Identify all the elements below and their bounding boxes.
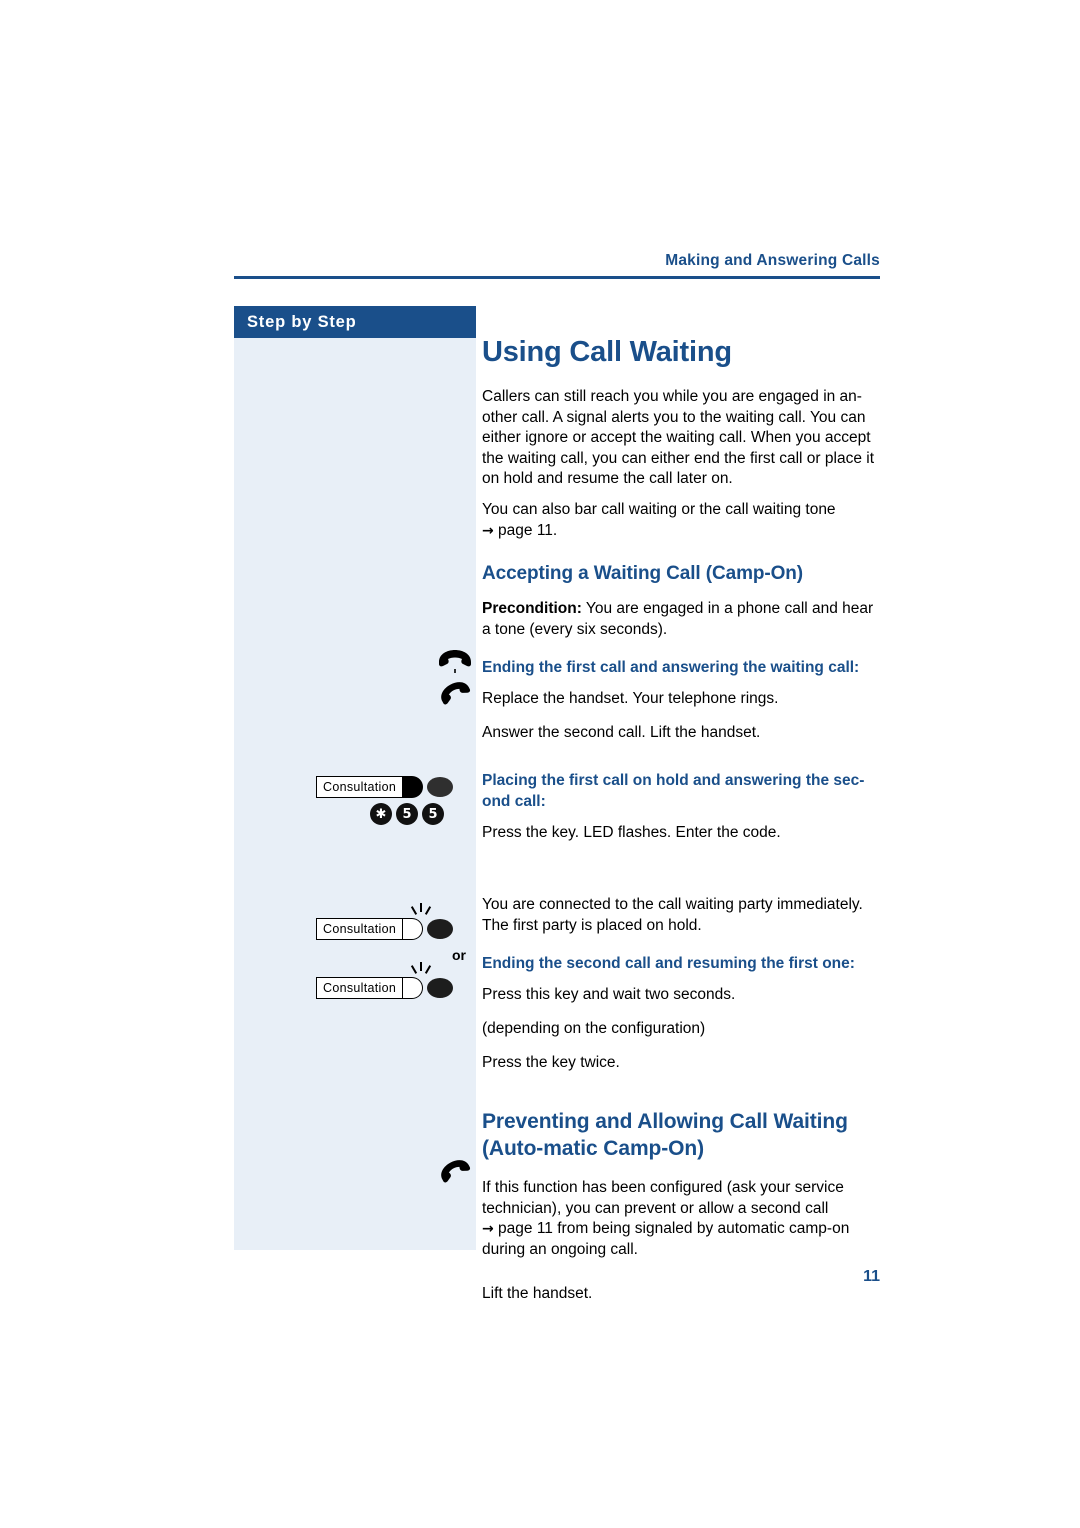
step-configuration-note-text: (depending on the configuration) bbox=[482, 1020, 706, 1038]
consultation-key-1-label: Consultation bbox=[316, 776, 404, 798]
step-answer-second-call-text: Answer the second call. Lift the handset… bbox=[482, 724, 761, 742]
heading-preventing-allowing: Preventing and Allowing Call Waiting (Au… bbox=[482, 1110, 848, 1160]
precondition-paragraph: Precondition: You are engaged in a phone… bbox=[482, 599, 882, 640]
heading-ending-second-call: Ending the second call and resuming the … bbox=[482, 955, 855, 973]
intro-page-ref-text: page 11. bbox=[498, 521, 558, 539]
step-press-consultation-key-text: Press the key. LED flashes. Enter the co… bbox=[482, 824, 781, 842]
step-by-step-label: Step by Step bbox=[247, 313, 357, 331]
handset-onhook-glyph bbox=[439, 650, 471, 673]
arrow-icon: → bbox=[482, 522, 494, 539]
consultation-key-2-label: Consultation bbox=[316, 918, 404, 940]
consultation-key-3-led bbox=[403, 977, 424, 999]
handset-offhook-icon-2 bbox=[436, 1158, 476, 1189]
precondition-label: Precondition: bbox=[482, 600, 582, 618]
handset-offhook-icon bbox=[436, 680, 476, 711]
consultation-key-2-button[interactable] bbox=[427, 919, 454, 939]
consultation-key-1-led bbox=[403, 776, 424, 798]
step-by-step-tab: Step by Step bbox=[234, 306, 476, 338]
consultation-key-3-label: Consultation bbox=[316, 977, 404, 999]
handset-onhook-icon bbox=[436, 648, 474, 679]
running-head: Making and Answering Calls bbox=[665, 252, 880, 269]
step-replace-handset: Replace the handset. Your telephone ring… bbox=[482, 689, 882, 719]
page-title: Using Call Waiting bbox=[482, 336, 732, 368]
step-press-and-wait: Press this key and wait two seconds. bbox=[482, 985, 882, 1015]
step-lift-handset: Lift the handset. bbox=[482, 1284, 882, 1314]
keypad-digit-0[interactable]: ✱ bbox=[370, 803, 392, 825]
page-number: 11 bbox=[863, 1268, 880, 1285]
step-answer-second-call: Answer the second call. Lift the handset… bbox=[482, 723, 882, 753]
intro-page-reference: → page 11. bbox=[482, 521, 882, 542]
header-rule bbox=[234, 276, 880, 279]
step-press-consultation-key: Press the key. LED flashes. Enter the co… bbox=[482, 823, 882, 853]
led-flashing-icon-2 bbox=[410, 962, 432, 974]
step-press-key-twice-text: Press the key twice. bbox=[482, 1054, 620, 1072]
main-content: Using Call Waiting Callers can still rea… bbox=[482, 336, 882, 1318]
step-press-and-wait-text: Press this key and wait two seconds. bbox=[482, 986, 736, 1004]
consultation-key-3-button[interactable] bbox=[427, 978, 454, 998]
keypad-code-sequence[interactable]: ✱ 5 5 bbox=[370, 803, 444, 825]
arrow-icon-2: → bbox=[482, 1221, 494, 1238]
auto-camp-on-paragraph-b: → page 11 from being signaled by automat… bbox=[482, 1219, 882, 1260]
step-press-key-twice: Press the key twice. bbox=[482, 1053, 882, 1083]
consultation-key-2-led bbox=[403, 918, 424, 940]
handset-offhook-glyph bbox=[441, 682, 471, 705]
camp-on-result-paragraph: You are connected to the call waiting pa… bbox=[482, 896, 863, 934]
document-page: Making and Answering Calls Step by Step … bbox=[0, 0, 1080, 1528]
heading-placing-first-call-hold: Placing the first call on hold and answe… bbox=[482, 772, 865, 811]
or-label: or bbox=[452, 947, 466, 963]
consultation-key-2[interactable]: Consultation bbox=[316, 916, 454, 942]
led-flashing-icon-1 bbox=[410, 903, 432, 915]
heading-accepting-waiting-call: Accepting a Waiting Call (Camp-On) bbox=[482, 563, 804, 585]
auto-camp-on-page-ref: page 11 bbox=[498, 1220, 553, 1238]
step-replace-handset-text: Replace the handset. Your telephone ring… bbox=[482, 690, 779, 708]
step-configuration-note: (depending on the configuration) bbox=[482, 1019, 882, 1049]
keypad-digit-2[interactable]: 5 bbox=[422, 803, 444, 825]
consultation-key-1[interactable]: Consultation bbox=[316, 774, 454, 800]
step-lift-handset-text: Lift the handset. bbox=[482, 1285, 593, 1303]
intro-paragraph: Callers can still reach you while you ar… bbox=[482, 388, 875, 488]
consultation-key-3[interactable]: Consultation bbox=[316, 975, 454, 1001]
consultation-key-1-button[interactable] bbox=[427, 777, 454, 797]
intro-paragraph-2: You can also bar call waiting or the cal… bbox=[482, 501, 836, 519]
heading-ending-first-call: Ending the first call and answering the … bbox=[482, 659, 860, 677]
auto-camp-on-paragraph-a: If this function has been configured (as… bbox=[482, 1178, 844, 1217]
handset-offhook-glyph-2 bbox=[441, 1160, 471, 1183]
keypad-digit-1[interactable]: 5 bbox=[396, 803, 418, 825]
